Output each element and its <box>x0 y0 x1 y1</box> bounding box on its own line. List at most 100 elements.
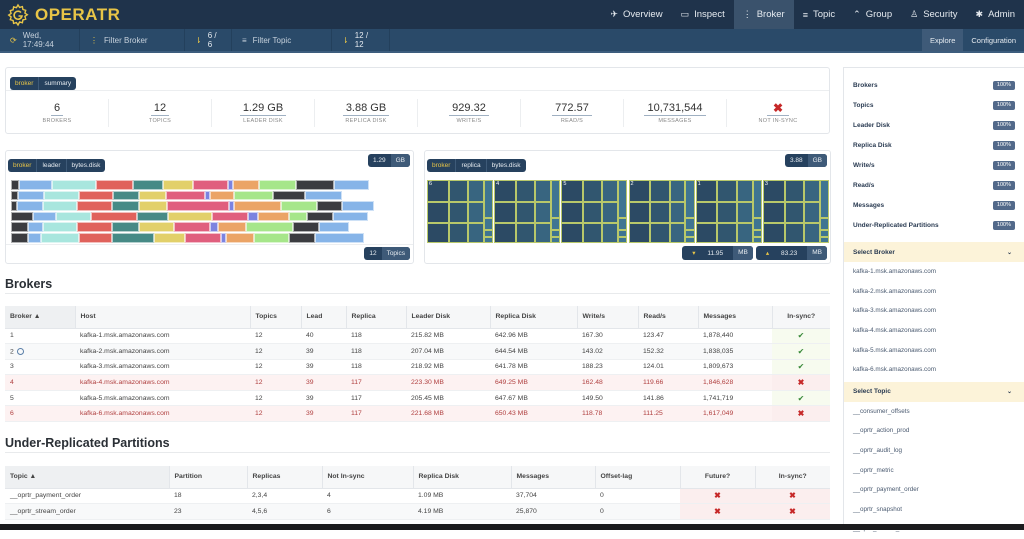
leader-bar-segment[interactable] <box>316 201 343 211</box>
broker-row[interactable]: 4 kafka-4.msk.amazonaws.com 12 39 117 223.30 … <box>5 374 830 391</box>
replica-partition-cell[interactable] <box>650 222 670 243</box>
leader-bar-segment[interactable] <box>76 201 113 211</box>
leader-bar-segment[interactable] <box>314 233 365 243</box>
nav-inspect[interactable]: ▭ Inspect <box>672 0 734 29</box>
stat-write-s[interactable]: 929.32 WRITE/S <box>418 98 521 127</box>
leader-bar-segment[interactable] <box>289 211 308 222</box>
replica-partition-cell[interactable] <box>784 202 804 223</box>
column-header[interactable]: Host <box>74 306 250 329</box>
leader-bar-segment[interactable] <box>217 222 247 232</box>
replica-partition-cell[interactable] <box>628 222 651 243</box>
broker-list-item[interactable]: kafka-6.msk.amazonaws.com <box>844 360 1024 380</box>
replica-partition-cell[interactable] <box>803 180 820 203</box>
leader-bar-segment[interactable] <box>333 180 370 190</box>
broker-row[interactable]: 6 kafka-6.msk.amazonaws.com 12 39 117 221.68 … <box>5 405 830 423</box>
leader-bar-segment[interactable] <box>248 211 258 222</box>
leader-bar-segment[interactable] <box>163 180 193 190</box>
leader-bar-segment[interactable] <box>246 222 294 232</box>
replica-partition-cell[interactable] <box>752 217 762 231</box>
replica-partition-cell[interactable] <box>494 222 516 243</box>
leader-bar-segment[interactable] <box>91 211 137 222</box>
replica-partition-cell[interactable] <box>468 222 484 243</box>
leader-bar-segment[interactable] <box>281 201 317 211</box>
leader-bar-segment[interactable] <box>139 222 175 232</box>
replica-partition-cell[interactable] <box>669 202 686 223</box>
leader-bar-segment[interactable] <box>18 190 44 201</box>
broker-list-item[interactable]: kafka-5.msk.amazonaws.com <box>844 340 1024 360</box>
replica-partition-cell[interactable] <box>618 180 628 218</box>
replica-partition-cell[interactable] <box>515 202 536 223</box>
column-header[interactable]: Messages <box>697 306 772 329</box>
broker-list-item[interactable]: kafka-2.msk.amazonaws.com <box>844 282 1024 302</box>
stat-replica-disk[interactable]: 3.88 GB REPLICA DISK <box>315 98 418 127</box>
stat-messages[interactable]: 10,731,544 MESSAGES <box>624 98 727 127</box>
column-header[interactable]: Replica Disk <box>489 306 577 329</box>
broker-row[interactable]: 3 kafka-3.msk.amazonaws.com 12 39 118 218.92 … <box>5 359 830 376</box>
replica-partition-cell[interactable] <box>650 202 670 223</box>
replica-partition-cell[interactable] <box>784 180 804 203</box>
leader-bar-segment[interactable] <box>154 233 186 243</box>
tab-configuration[interactable]: Configuration <box>963 29 1024 51</box>
replica-partition-cell[interactable] <box>685 180 695 218</box>
leader-bar-segment[interactable] <box>112 190 139 201</box>
leader-bar-segment[interactable] <box>76 222 112 232</box>
replica-broker-block[interactable]: 4 <box>494 180 562 243</box>
replica-partition-cell[interactable] <box>685 236 695 243</box>
replica-partition-cell[interactable] <box>535 180 552 203</box>
nav-security[interactable]: ♙ Security <box>901 0 966 29</box>
leader-bar-segment[interactable] <box>166 190 205 201</box>
leader-bar-segment[interactable] <box>27 222 44 232</box>
leader-bar-segment[interactable] <box>79 190 113 201</box>
column-header[interactable]: Messages <box>510 466 595 489</box>
leader-bar-segment[interactable] <box>78 233 112 243</box>
column-header[interactable]: In-sync? <box>771 306 830 329</box>
broker-list-item[interactable]: kafka-3.msk.amazonaws.com <box>844 301 1024 321</box>
leader-bar-segment[interactable] <box>138 201 168 211</box>
leader-bar-segment[interactable] <box>211 211 248 222</box>
topic-list-item[interactable]: __oprtr_metric <box>844 460 1024 480</box>
leader-bar-segment[interactable] <box>52 180 96 190</box>
replica-partition-cell[interactable] <box>448 222 469 243</box>
column-header[interactable]: In-sync? <box>754 466 830 489</box>
topic-list-item[interactable]: __oprtr_payment_order <box>844 480 1024 500</box>
replica-partition-cell[interactable] <box>685 217 695 231</box>
replica-partition-cell[interactable] <box>650 180 670 203</box>
replica-broker-block[interactable]: 6 <box>427 180 495 243</box>
replica-partition-cell[interactable] <box>695 222 718 243</box>
replica-partition-cell[interactable] <box>427 222 449 243</box>
column-header[interactable]: Replica Disk <box>412 466 511 489</box>
leader-bar-segment[interactable] <box>111 222 140 232</box>
leader-bar-segment[interactable] <box>27 233 42 243</box>
filter-topic-input[interactable]: ≡ Filter Topic <box>232 29 332 51</box>
replica-partition-cell[interactable] <box>803 202 820 223</box>
leader-bar-segment[interactable] <box>32 211 56 222</box>
leader-bar-segment[interactable] <box>11 211 33 222</box>
replica-partition-cell[interactable] <box>427 202 449 223</box>
replica-partition-cell[interactable] <box>695 202 718 223</box>
stat-leader-disk[interactable]: 1.29 GB LEADER DISK <box>212 98 315 127</box>
replica-partition-cell[interactable] <box>602 180 619 203</box>
replica-partition-cell[interactable] <box>561 202 584 223</box>
replica-partition-cell[interactable] <box>803 222 820 243</box>
leader-bar-segment[interactable] <box>17 201 43 211</box>
leader-bar-segment[interactable] <box>43 222 77 232</box>
leader-bar-segment[interactable] <box>185 233 221 243</box>
nav-admin[interactable]: ✱ Admin <box>967 0 1024 29</box>
replica-partition-cell[interactable] <box>762 202 785 223</box>
column-header[interactable]: Lead <box>300 306 346 329</box>
replica-partition-cell[interactable] <box>618 217 628 231</box>
leader-bar-segment[interactable] <box>233 190 274 201</box>
replica-partition-cell[interactable] <box>717 222 737 243</box>
replica-broker-block[interactable]: 1 <box>695 180 763 243</box>
metric-toggle[interactable]: Topics 100% <box>844 95 1024 115</box>
replica-partition-cell[interactable] <box>483 217 494 231</box>
replica-partition-cell[interactable] <box>448 180 469 203</box>
column-header[interactable]: Write/s <box>576 306 638 329</box>
leader-bar-segment[interactable] <box>11 180 19 190</box>
replica-partition-cell[interactable] <box>448 202 469 223</box>
leader-bar-segment[interactable] <box>342 201 374 211</box>
replica-partition-cell[interactable] <box>762 222 785 243</box>
topic-list-item[interactable]: __oprtr_snapshot <box>844 500 1024 520</box>
replica-partition-cell[interactable] <box>819 236 829 243</box>
filter-broker-input[interactable]: ⋮ Filter Broker <box>80 29 185 51</box>
